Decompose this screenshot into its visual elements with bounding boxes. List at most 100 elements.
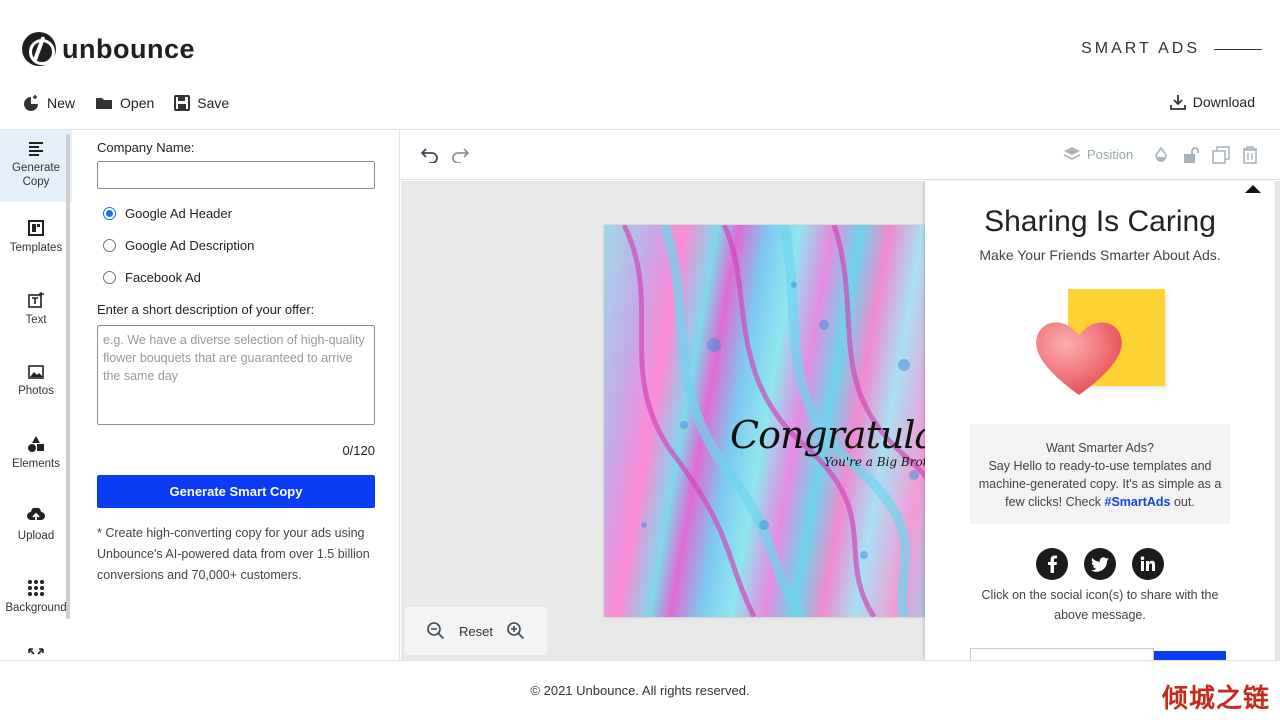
promo-end: out.: [1173, 495, 1195, 509]
ad-type-google-description[interactable]: Google Ad Description: [97, 229, 374, 261]
unbounce-logo-icon: [22, 32, 56, 66]
download-icon: [1169, 95, 1186, 110]
sidebar-item-templates[interactable]: Templates: [0, 202, 72, 274]
sidebar-item-label: Elements: [12, 458, 60, 471]
save-button[interactable]: Save: [174, 95, 229, 111]
heart-illustration: [1033, 289, 1168, 401]
undo-icon[interactable]: [421, 147, 439, 163]
sidebar-item-label: Photos: [18, 385, 54, 398]
tool-sidebar: Generate Copy Templates Text Photos Elem…: [0, 130, 72, 660]
file-toolbar: New Open Save: [22, 94, 249, 112]
sidebar-item-label: Text: [25, 314, 47, 327]
generate-smart-copy-button[interactable]: Generate Smart Copy: [97, 475, 375, 508]
editor-toolbar: Position: [401, 130, 1280, 180]
trash-icon[interactable]: [1242, 146, 1258, 164]
radio-unselected[interactable]: [103, 270, 116, 284]
dots-grid-icon: [28, 580, 44, 597]
promo-box: Want Smarter Ads? Say Hello to ready-to-…: [970, 424, 1230, 524]
sidebar-item-text[interactable]: Text: [0, 274, 72, 346]
share-instructions: Click on the social icon(s) to share wit…: [981, 588, 1219, 622]
templates-icon: [28, 220, 44, 237]
social-share-buttons: [1036, 548, 1180, 580]
zoom-in-button[interactable]: [507, 622, 525, 640]
site-watermark: 倾城之链: [1161, 684, 1270, 714]
sidebar-item-photos[interactable]: Photos: [0, 346, 72, 418]
sidebar-item-generate-copy[interactable]: Generate Copy: [0, 130, 72, 202]
folder-icon: [96, 98, 113, 109]
sidebar-item-elements[interactable]: Elements: [0, 418, 72, 490]
opacity-icon[interactable]: [1152, 146, 1170, 164]
sidebar-item-label: Background: [5, 602, 67, 615]
title-divider: [1214, 48, 1262, 50]
element-tools: [1140, 146, 1258, 164]
app-header: unbounce SMART ADS New Open Save Downloa…: [0, 0, 1280, 130]
resize-icon: [28, 648, 44, 655]
zoom-out-icon: [427, 622, 445, 640]
download-button[interactable]: Download: [1169, 94, 1255, 110]
generate-copy-panel: Company Name: Google Ad Header Google Ad…: [72, 130, 400, 660]
share-panel: Sharing Is Caring Make Your Friends Smar…: [925, 181, 1275, 660]
duplicate-icon[interactable]: [1212, 146, 1230, 164]
text-icon: [28, 292, 44, 308]
product-name: SMART ADS: [1081, 40, 1200, 57]
image-icon: [28, 365, 44, 379]
sidebar-scrollbar[interactable]: [66, 134, 70, 619]
download-label: Download: [1192, 94, 1255, 110]
ad-type-google-header[interactable]: Google Ad Header: [97, 197, 374, 229]
zoom-in-icon: [507, 622, 525, 640]
radio-selected[interactable]: [103, 206, 116, 220]
sidebar-item-label: Templates: [9, 242, 63, 255]
share-email-input[interactable]: [970, 648, 1154, 660]
heart-icon: [1036, 322, 1122, 395]
page-footer: © 2021 Unbounce. All rights reserved.: [0, 660, 1280, 720]
promo-heading: Want Smarter Ads?: [1046, 441, 1154, 455]
ad-type-label: Google Ad Header: [125, 205, 232, 221]
ad-type-facebook[interactable]: Facebook Ad: [97, 261, 374, 293]
sidebar-item-upload[interactable]: Upload: [0, 490, 72, 562]
zoom-controls: Reset: [405, 607, 547, 655]
smartads-hashtag-link[interactable]: #SmartAds: [1105, 495, 1171, 509]
zoom-reset-button[interactable]: Reset: [459, 624, 493, 639]
position-button[interactable]: Position: [1063, 146, 1133, 162]
twitter-share-button[interactable]: [1084, 548, 1116, 580]
redo-icon[interactable]: [451, 147, 469, 163]
save-icon: [174, 95, 191, 111]
facebook-icon: [1048, 555, 1057, 573]
ad-type-label: Google Ad Description: [125, 237, 255, 253]
align-left-icon: [29, 142, 43, 157]
sidebar-item-label: Upload: [17, 530, 55, 543]
company-name-label: Company Name:: [97, 140, 195, 155]
open-label: Open: [120, 95, 155, 111]
brand-name: unbounce: [62, 33, 195, 64]
offer-description-textarea[interactable]: e.g. We have a diverse selection of high…: [97, 325, 375, 425]
zoom-out-button[interactable]: [427, 622, 445, 640]
character-counter: 0/120: [342, 443, 375, 458]
product-title: SMART ADS: [1081, 40, 1262, 58]
description-label: Enter a short description of your offer:: [97, 302, 315, 317]
shapes-icon: [28, 436, 44, 453]
linkedin-icon: [1140, 556, 1155, 571]
company-name-input[interactable]: [97, 161, 375, 189]
share-subtitle: Make Your Friends Smarter About Ads.: [979, 247, 1221, 263]
twitter-icon: [1091, 556, 1109, 572]
unbounce-logo[interactable]: unbounce: [22, 32, 195, 66]
radio-unselected[interactable]: [103, 238, 116, 252]
linkedin-share-button[interactable]: [1132, 548, 1164, 580]
art-title[interactable]: Congratulations: [730, 413, 944, 457]
share-submit-button[interactable]: [1154, 651, 1226, 660]
collapse-caret-icon[interactable]: [1245, 185, 1261, 193]
facebook-share-button[interactable]: [1036, 548, 1068, 580]
promo-text: Say Hello to ready-to-use templates and …: [970, 457, 1230, 511]
copyright-text: © 2021 Unbounce. All rights reserved.: [530, 683, 750, 698]
layers-icon: [1063, 147, 1081, 160]
new-icon: [24, 95, 38, 111]
generate-note: * Create high-converting copy for your a…: [97, 526, 370, 582]
new-label: New: [47, 95, 76, 111]
sidebar-item-resize[interactable]: [0, 634, 72, 660]
sidebar-item-background[interactable]: Background: [0, 562, 72, 634]
sidebar-item-label: Generate Copy: [12, 162, 60, 188]
ad-artwork[interactable]: Congratulations You're a Big Brother: [604, 225, 944, 617]
new-button[interactable]: New: [22, 94, 75, 112]
unlock-icon[interactable]: [1182, 146, 1200, 164]
open-button[interactable]: Open: [95, 95, 154, 111]
